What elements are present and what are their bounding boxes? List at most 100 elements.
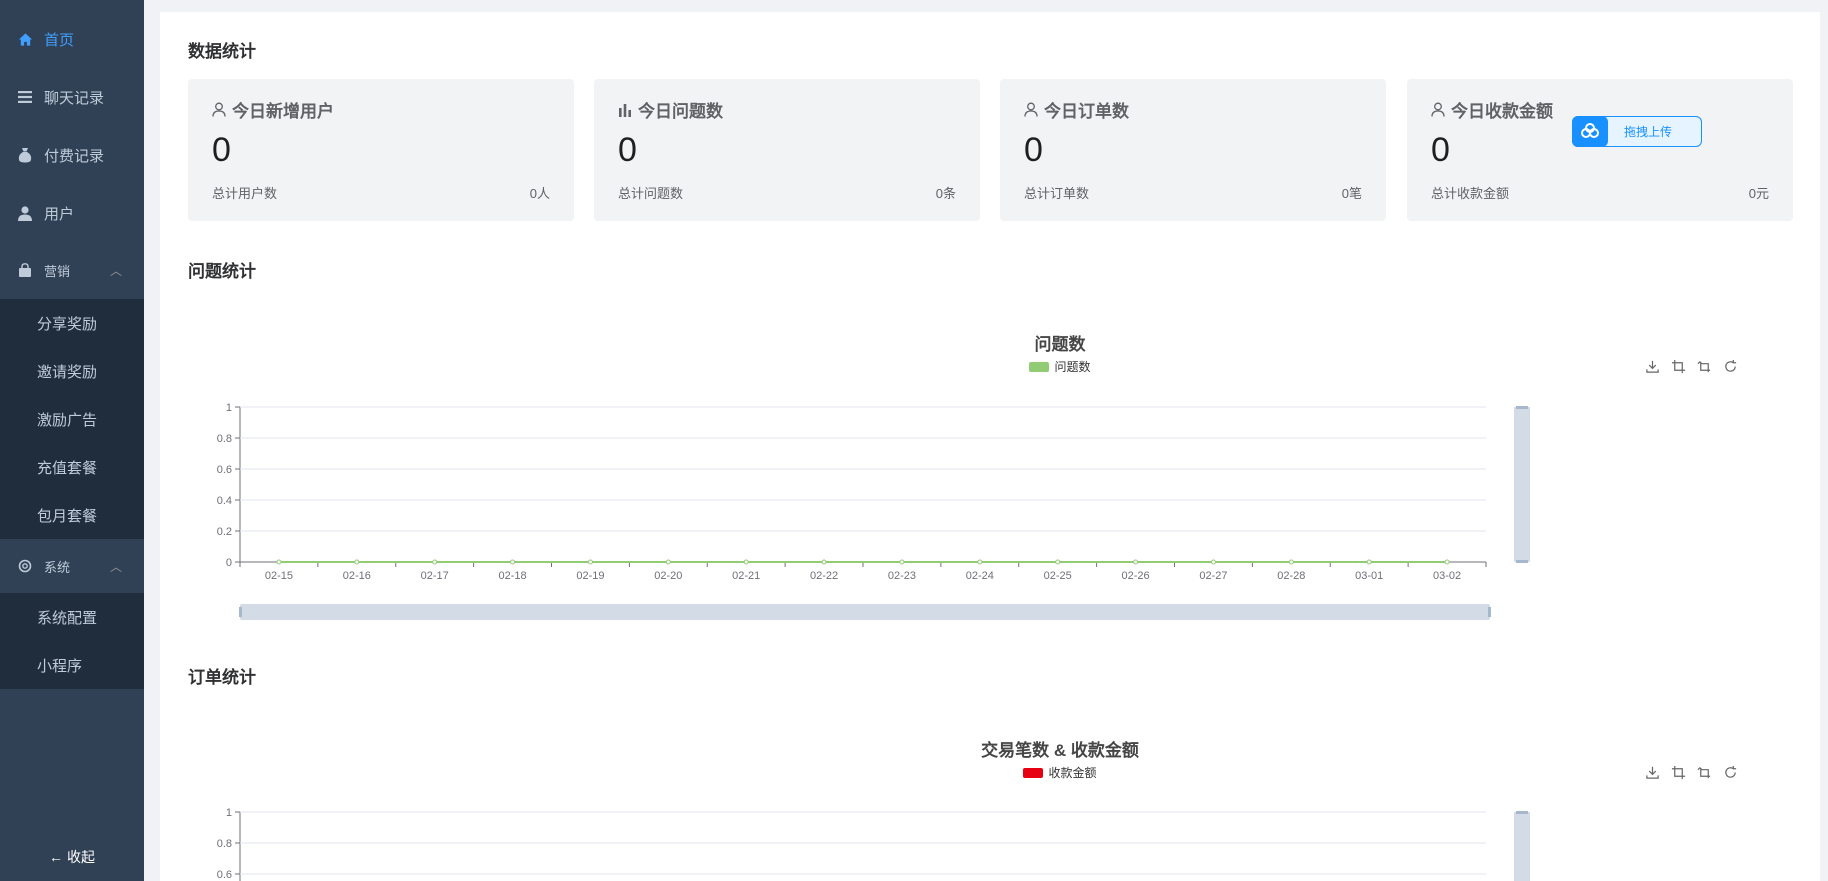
x-tick-label: 02-23 bbox=[888, 570, 916, 582]
stat-card-questions: 今日问题数 0 总计问题数 0条 bbox=[594, 79, 980, 221]
submenu-incentive-ads-label: 激励广告 bbox=[37, 411, 98, 429]
submenu-invite-reward[interactable]: 邀请奖励 bbox=[0, 347, 144, 395]
stat-card-orders: 今日订单数 0 总计订单数 0笔 bbox=[1000, 79, 1386, 221]
order-chart: 0.6 0.8 1 bbox=[217, 807, 1530, 881]
zoom-handle bbox=[1516, 560, 1528, 563]
data-point bbox=[821, 559, 827, 565]
data-point bbox=[276, 559, 282, 565]
stat-card-new-users: 今日新增用户 0 总计用户数 0人 bbox=[188, 79, 574, 221]
data-point bbox=[743, 559, 749, 565]
zoom-icon[interactable] bbox=[1670, 764, 1686, 780]
stat-card-sub-value: 0元 bbox=[1748, 186, 1769, 201]
x-tick-label: 02-21 bbox=[732, 570, 760, 582]
data-point bbox=[587, 559, 593, 565]
chart-legend[interactable]: 收款金额 bbox=[970, 764, 1150, 781]
y-tick-label: 0.6 bbox=[217, 464, 232, 476]
refresh-icon[interactable] bbox=[1722, 764, 1738, 780]
section-title-order-stats: 订单统计 bbox=[188, 668, 256, 687]
chart-toolbox bbox=[1644, 764, 1738, 780]
zoom-icon[interactable] bbox=[1670, 358, 1686, 374]
x-tick-label: 02-27 bbox=[1199, 570, 1227, 582]
zoom-handle bbox=[1516, 811, 1528, 814]
nav-home[interactable]: 首页 bbox=[0, 10, 144, 68]
submenu-invite-reward-label: 邀请奖励 bbox=[37, 363, 98, 381]
y-tick-label: 0.2 bbox=[217, 526, 232, 538]
stat-card-value: 0 bbox=[212, 131, 231, 169]
legend-label: 问题数 bbox=[1054, 360, 1091, 374]
stat-card-value: 0 bbox=[1024, 131, 1043, 169]
download-icon[interactable] bbox=[1644, 358, 1660, 374]
nav-payment-records-label: 付费记录 bbox=[44, 147, 105, 165]
upload-label: 拖拽上传 bbox=[1624, 125, 1673, 139]
nav-marketing-label: 营销 bbox=[44, 263, 71, 279]
stat-card-title-row: 今日问题数 bbox=[618, 97, 723, 122]
submenu-mini-program-label: 小程序 bbox=[37, 657, 83, 675]
x-tick-label: 02-15 bbox=[265, 570, 293, 582]
x-tick-label: 03-02 bbox=[1433, 570, 1461, 582]
stat-card-sub-label: 总计收款金额 bbox=[1431, 186, 1510, 201]
nav-system[interactable]: 系统 ︿ bbox=[0, 537, 144, 595]
section-title-data-stats: 数据统计 bbox=[188, 42, 256, 61]
stat-card-title-row: 今日收款金额 bbox=[1431, 97, 1553, 122]
y-tick-label: 1 bbox=[226, 402, 232, 414]
stat-card-sub-label: 总计用户数 bbox=[212, 186, 278, 201]
zoom-reset-icon[interactable] bbox=[1696, 358, 1712, 374]
y-tick-label: 0.6 bbox=[217, 869, 232, 881]
collapse-button[interactable]: ← 收起 bbox=[0, 833, 144, 881]
nav-users[interactable]: 用户 bbox=[0, 184, 144, 242]
submenu-share-reward[interactable]: 分享奖励 bbox=[0, 299, 144, 347]
sidebar: 首页 聊天记录 付费记录 用户 营销 ︿ 分享奖励 邀请奖励 激励广告 充值套餐… bbox=[0, 0, 144, 881]
cloud-icon bbox=[1572, 115, 1608, 147]
download-icon[interactable] bbox=[1644, 764, 1660, 780]
submenu-incentive-ads[interactable]: 激励广告 bbox=[0, 395, 144, 443]
stat-card-sub-value: 0笔 bbox=[1341, 186, 1362, 201]
collapse-label: 收起 bbox=[67, 849, 95, 865]
data-point bbox=[1210, 559, 1216, 565]
stat-card-revenue: 今日收款金额 0 总计收款金额 0元 bbox=[1407, 79, 1793, 221]
chevron-up-icon: ︿ bbox=[109, 559, 122, 574]
stat-card-value: 0 bbox=[618, 131, 637, 169]
x-tick-label: 02-19 bbox=[576, 570, 604, 582]
arrow-left-icon: ← bbox=[49, 849, 63, 865]
chart-toolbox bbox=[1644, 358, 1738, 374]
stat-card-title: 今日新增用户 bbox=[232, 102, 334, 121]
zoom-handle bbox=[1488, 607, 1491, 617]
data-point bbox=[354, 559, 360, 565]
nav-marketing[interactable]: 营销 ︿ bbox=[0, 241, 144, 299]
refresh-icon[interactable] bbox=[1722, 358, 1738, 374]
nav-system-label: 系统 bbox=[44, 559, 71, 575]
submenu-recharge-package[interactable]: 充值套餐 bbox=[0, 443, 144, 491]
gear-icon bbox=[16, 558, 34, 574]
data-point bbox=[432, 559, 438, 565]
horizontal-zoom-slider bbox=[240, 604, 1490, 620]
legend-label: 收款金额 bbox=[1048, 766, 1097, 780]
x-tick-label: 02-20 bbox=[654, 570, 682, 582]
data-point bbox=[1444, 559, 1450, 565]
zoom-reset-icon[interactable] bbox=[1696, 764, 1712, 780]
y-tick-label: 1 bbox=[226, 807, 232, 819]
x-tick-label: 02-25 bbox=[1044, 570, 1072, 582]
data-point bbox=[977, 559, 983, 565]
x-tick-label: 02-24 bbox=[966, 570, 994, 582]
x-tick-label: 02-22 bbox=[810, 570, 838, 582]
system-submenu: 系统配置 小程序 bbox=[0, 593, 144, 689]
user-outline-icon bbox=[1024, 102, 1038, 117]
data-point bbox=[1055, 559, 1061, 565]
list-icon bbox=[16, 91, 34, 103]
nav-payment-records[interactable]: 付费记录 bbox=[0, 126, 144, 184]
submenu-mini-program[interactable]: 小程序 bbox=[0, 641, 144, 689]
nav-chat-records-label: 聊天记录 bbox=[44, 89, 105, 107]
chevron-up-icon: ︿ bbox=[109, 263, 122, 278]
submenu-monthly-package[interactable]: 包月套餐 bbox=[0, 491, 144, 539]
chart-title: 问题数 bbox=[1034, 335, 1086, 354]
legend-swatch bbox=[1029, 361, 1050, 372]
submenu-system-config[interactable]: 系统配置 bbox=[0, 593, 144, 641]
drag-upload-widget[interactable]: 拖拽上传 bbox=[1572, 115, 1702, 147]
shopping-bag-icon bbox=[16, 263, 34, 277]
nav-chat-records[interactable]: 聊天记录 bbox=[0, 68, 144, 126]
submenu-system-config-label: 系统配置 bbox=[37, 609, 98, 627]
stat-card-sub-label: 总计问题数 bbox=[618, 186, 684, 201]
submenu-recharge-package-label: 充值套餐 bbox=[37, 459, 98, 477]
x-tick-label: 02-17 bbox=[421, 570, 449, 582]
chart-legend[interactable]: 问题数 bbox=[970, 358, 1150, 375]
